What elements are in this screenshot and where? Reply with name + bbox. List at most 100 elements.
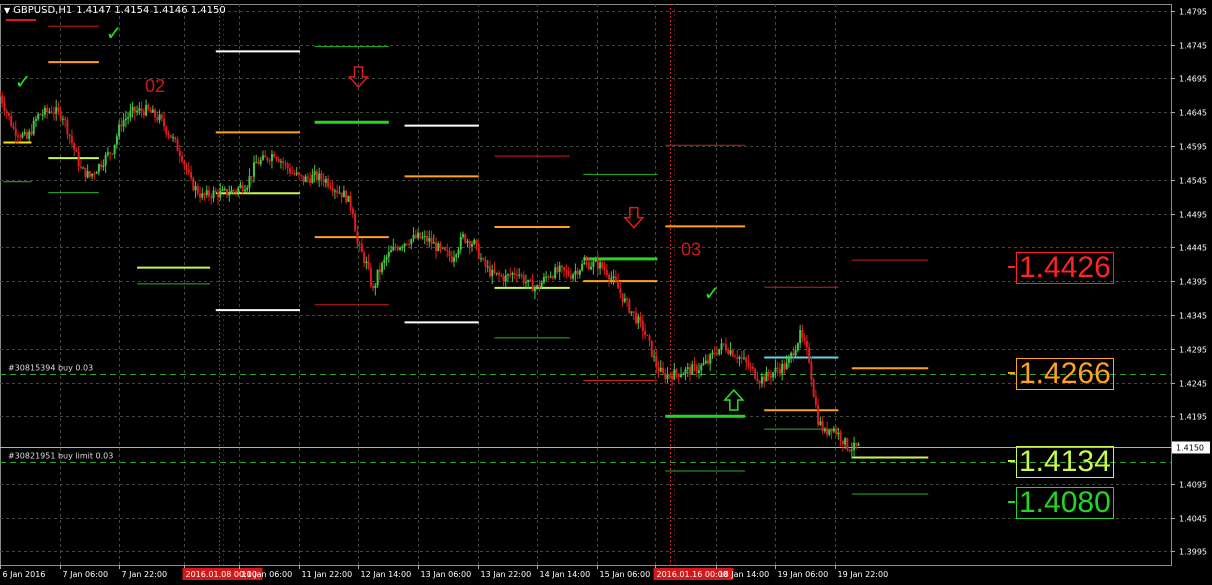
candle-body [288, 168, 291, 174]
dropdown-triangle-icon[interactable]: ▼ [4, 6, 10, 15]
candle-body [754, 368, 757, 379]
candle-body [666, 374, 669, 380]
candle-body [360, 244, 363, 253]
candle-body [560, 265, 563, 268]
order-label[interactable]: #30821951 buy limit 0.03 [8, 452, 113, 461]
candle-body [446, 250, 449, 252]
candle-body [252, 162, 255, 177]
candle-body [226, 189, 229, 196]
candle-body [664, 373, 667, 380]
candle-body [190, 172, 193, 179]
candle-body [82, 167, 85, 169]
candle-body [511, 272, 514, 275]
candle-body [556, 267, 559, 272]
candle-body [594, 260, 597, 262]
candle-body [608, 274, 611, 280]
candle-body [160, 114, 163, 119]
candle-body [518, 274, 521, 276]
label-dash [1008, 372, 1015, 374]
candle-body [632, 311, 635, 313]
candle-body [30, 131, 33, 135]
time-axis[interactable]: 6 Jan 2016 7 Jan 06:00 7 Jan 22:00 2016.01.… [0, 565, 889, 580]
check-icon: ✓ [106, 21, 123, 45]
candle-body [302, 175, 305, 183]
candle-body [626, 298, 629, 300]
candle-body [635, 312, 638, 324]
candle-body [401, 246, 404, 248]
candle-body [477, 243, 480, 259]
annotation-text: 03 [681, 239, 701, 259]
candle-body [662, 367, 665, 374]
candle-body [345, 190, 348, 202]
candle-body [536, 285, 539, 288]
candle-body [783, 364, 786, 370]
candle-body [763, 376, 766, 382]
candle-body [457, 249, 460, 255]
candle-body [57, 107, 60, 111]
current-price-label: 1.4150 [1176, 444, 1204, 453]
candle-body [396, 247, 399, 250]
candle-body [327, 178, 330, 187]
candle-body [48, 111, 51, 113]
candle-body [695, 365, 698, 373]
candle-body [441, 247, 444, 249]
candle-body [109, 152, 112, 154]
candle-body [729, 350, 732, 354]
candle-body [628, 299, 631, 313]
candle-body [585, 262, 588, 264]
candle-body [522, 275, 525, 283]
candle-body [533, 287, 536, 292]
candle-body [354, 214, 357, 232]
candle-body [853, 442, 856, 451]
candle-body [801, 329, 804, 338]
candle-body [408, 244, 411, 246]
candle-body [118, 124, 121, 137]
candle-body [581, 264, 584, 271]
x-tick-label: 14 Jan 14:00 [540, 570, 591, 579]
candle-body [201, 193, 204, 198]
candle-body [66, 119, 69, 135]
candle-body [129, 111, 132, 118]
candle-body [459, 236, 462, 250]
candle-body [329, 186, 332, 189]
y-tick-label: 1.4295 [1179, 346, 1207, 355]
candle-body [367, 261, 370, 269]
candle-body [736, 357, 739, 359]
candle-body [558, 265, 561, 272]
candle-body [59, 110, 62, 120]
candle-body [221, 189, 224, 191]
candle-body [203, 193, 206, 196]
candle-body [223, 189, 226, 191]
candle-body [567, 271, 570, 276]
candle-body [848, 450, 851, 452]
y-tick-label: 1.4245 [1179, 380, 1207, 389]
candle-body [794, 350, 797, 356]
price-axis[interactable]: 1.4795 1.4745 1.4695 1.4645 1.4595 1.4545 1.44… [1171, 8, 1210, 557]
candle-body [855, 442, 858, 446]
y-tick-label: 1.4745 [1179, 42, 1207, 51]
candle-body [464, 234, 467, 243]
candle-body [491, 269, 494, 277]
candle-body [644, 331, 647, 335]
candle-body [787, 357, 790, 363]
candle-body [502, 275, 505, 282]
candle-body [199, 193, 202, 198]
candle-body [830, 429, 833, 432]
candle-body [149, 109, 152, 113]
order-label[interactable]: #30815394 buy 0.03 [8, 364, 93, 373]
candle-body [127, 117, 130, 119]
label-dash [1008, 266, 1015, 268]
candle-body [255, 162, 258, 164]
candle-body [111, 153, 114, 155]
candle-body [650, 340, 653, 357]
candle-body [590, 266, 593, 270]
candle-body [724, 344, 727, 351]
candle-body [772, 372, 775, 378]
candle-body [300, 174, 303, 176]
chart-grid [0, 4, 1172, 566]
candle-body [495, 272, 498, 274]
candle-body [767, 371, 770, 376]
candle-body [592, 261, 595, 267]
candle-body [230, 189, 233, 194]
y-tick-label: 1.4345 [1179, 312, 1207, 321]
